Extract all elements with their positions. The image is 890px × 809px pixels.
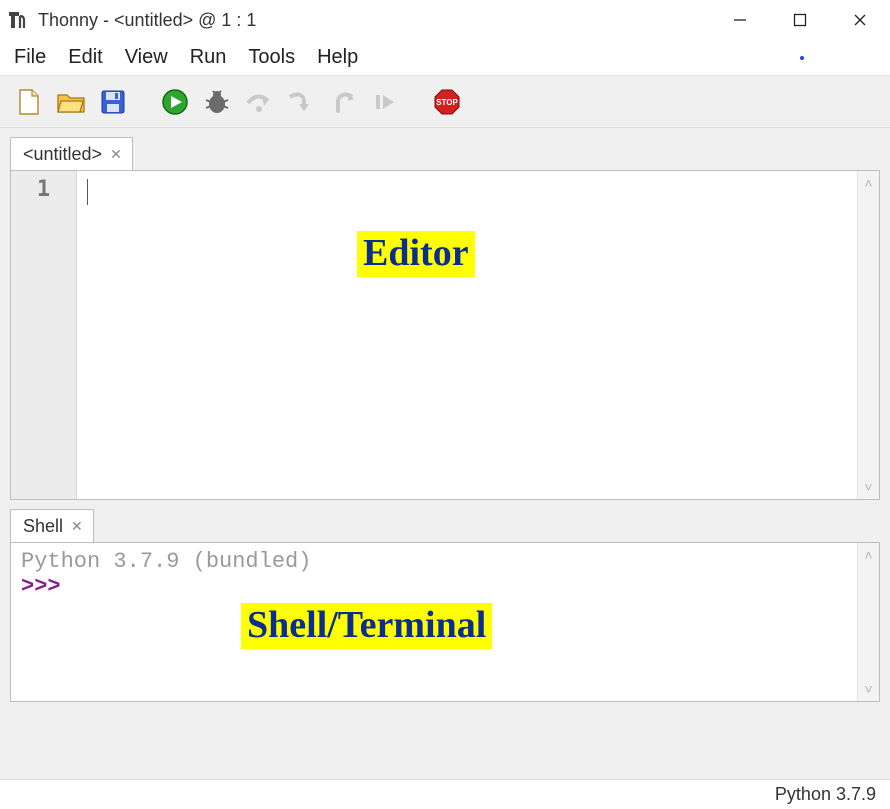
open-file-icon[interactable] [56,87,86,117]
close-tab-icon[interactable]: ✕ [110,146,122,163]
menu-help[interactable]: Help [309,42,366,73]
shell-tab-label: Shell [23,516,63,537]
menu-run[interactable]: Run [182,42,235,73]
scroll-up-icon[interactable]: ˄ [864,547,872,563]
interpreter-label[interactable]: Python 3.7.9 [775,784,876,805]
debug-icon[interactable] [202,87,232,117]
new-file-icon[interactable] [14,87,44,117]
close-shell-tab-icon[interactable]: ✕ [71,518,83,535]
editor-tab-label: <untitled> [23,144,102,165]
thonny-app-icon [8,9,30,31]
editor-textarea[interactable]: Editor [77,171,857,499]
menu-view[interactable]: View [117,42,176,73]
save-icon[interactable] [98,87,128,117]
step-out-icon[interactable] [328,87,358,117]
editor-gutter: 1 [11,171,77,499]
stop-icon[interactable]: STOP [432,87,462,117]
scroll-down-icon[interactable]: ˅ [864,479,872,495]
scroll-up-icon[interactable]: ˄ [864,175,872,191]
shell-prompt: >>> [21,574,847,599]
editor-tab[interactable]: <untitled> ✕ [10,137,133,171]
menubar: File Edit View Run Tools Help [0,40,890,76]
shell-scrollbar[interactable]: ˄ ˅ [857,543,879,701]
run-icon[interactable] [160,87,190,117]
resume-icon[interactable] [370,87,400,117]
toolbar: STOP [0,76,890,128]
menu-tools[interactable]: Tools [240,42,303,73]
shell-banner: Python 3.7.9 (bundled) [21,549,847,574]
menu-edit[interactable]: Edit [60,42,110,73]
statusbar: Python 3.7.9 [0,779,890,809]
close-button[interactable] [830,0,890,40]
line-number: 1 [11,177,76,202]
shell-tab[interactable]: Shell ✕ [10,509,94,543]
editor-scrollbar[interactable]: ˄ ˅ [857,171,879,499]
menu-file[interactable]: File [6,42,54,73]
notification-dot-icon [800,56,804,60]
step-into-icon[interactable] [286,87,316,117]
editor-panel: <untitled> ✕ 1 Editor ˄ ˅ [10,136,880,500]
step-over-icon[interactable] [244,87,274,117]
scroll-down-icon[interactable]: ˅ [864,681,872,697]
minimize-button[interactable] [710,0,770,40]
window-controls [710,0,890,40]
shell-textarea[interactable]: Python 3.7.9 (bundled) >>> Shell/Termina… [11,543,857,701]
maximize-button[interactable] [770,0,830,40]
editor-annotation: Editor [357,231,475,277]
window-title: Thonny - <untitled> @ 1 : 1 [38,10,256,31]
text-cursor-icon [87,179,88,205]
shell-panel: Shell ✕ Python 3.7.9 (bundled) >>> Shell… [10,508,880,702]
shell-annotation: Shell/Terminal [241,603,492,649]
svg-text:STOP: STOP [436,98,458,107]
titlebar: Thonny - <untitled> @ 1 : 1 [0,0,890,40]
